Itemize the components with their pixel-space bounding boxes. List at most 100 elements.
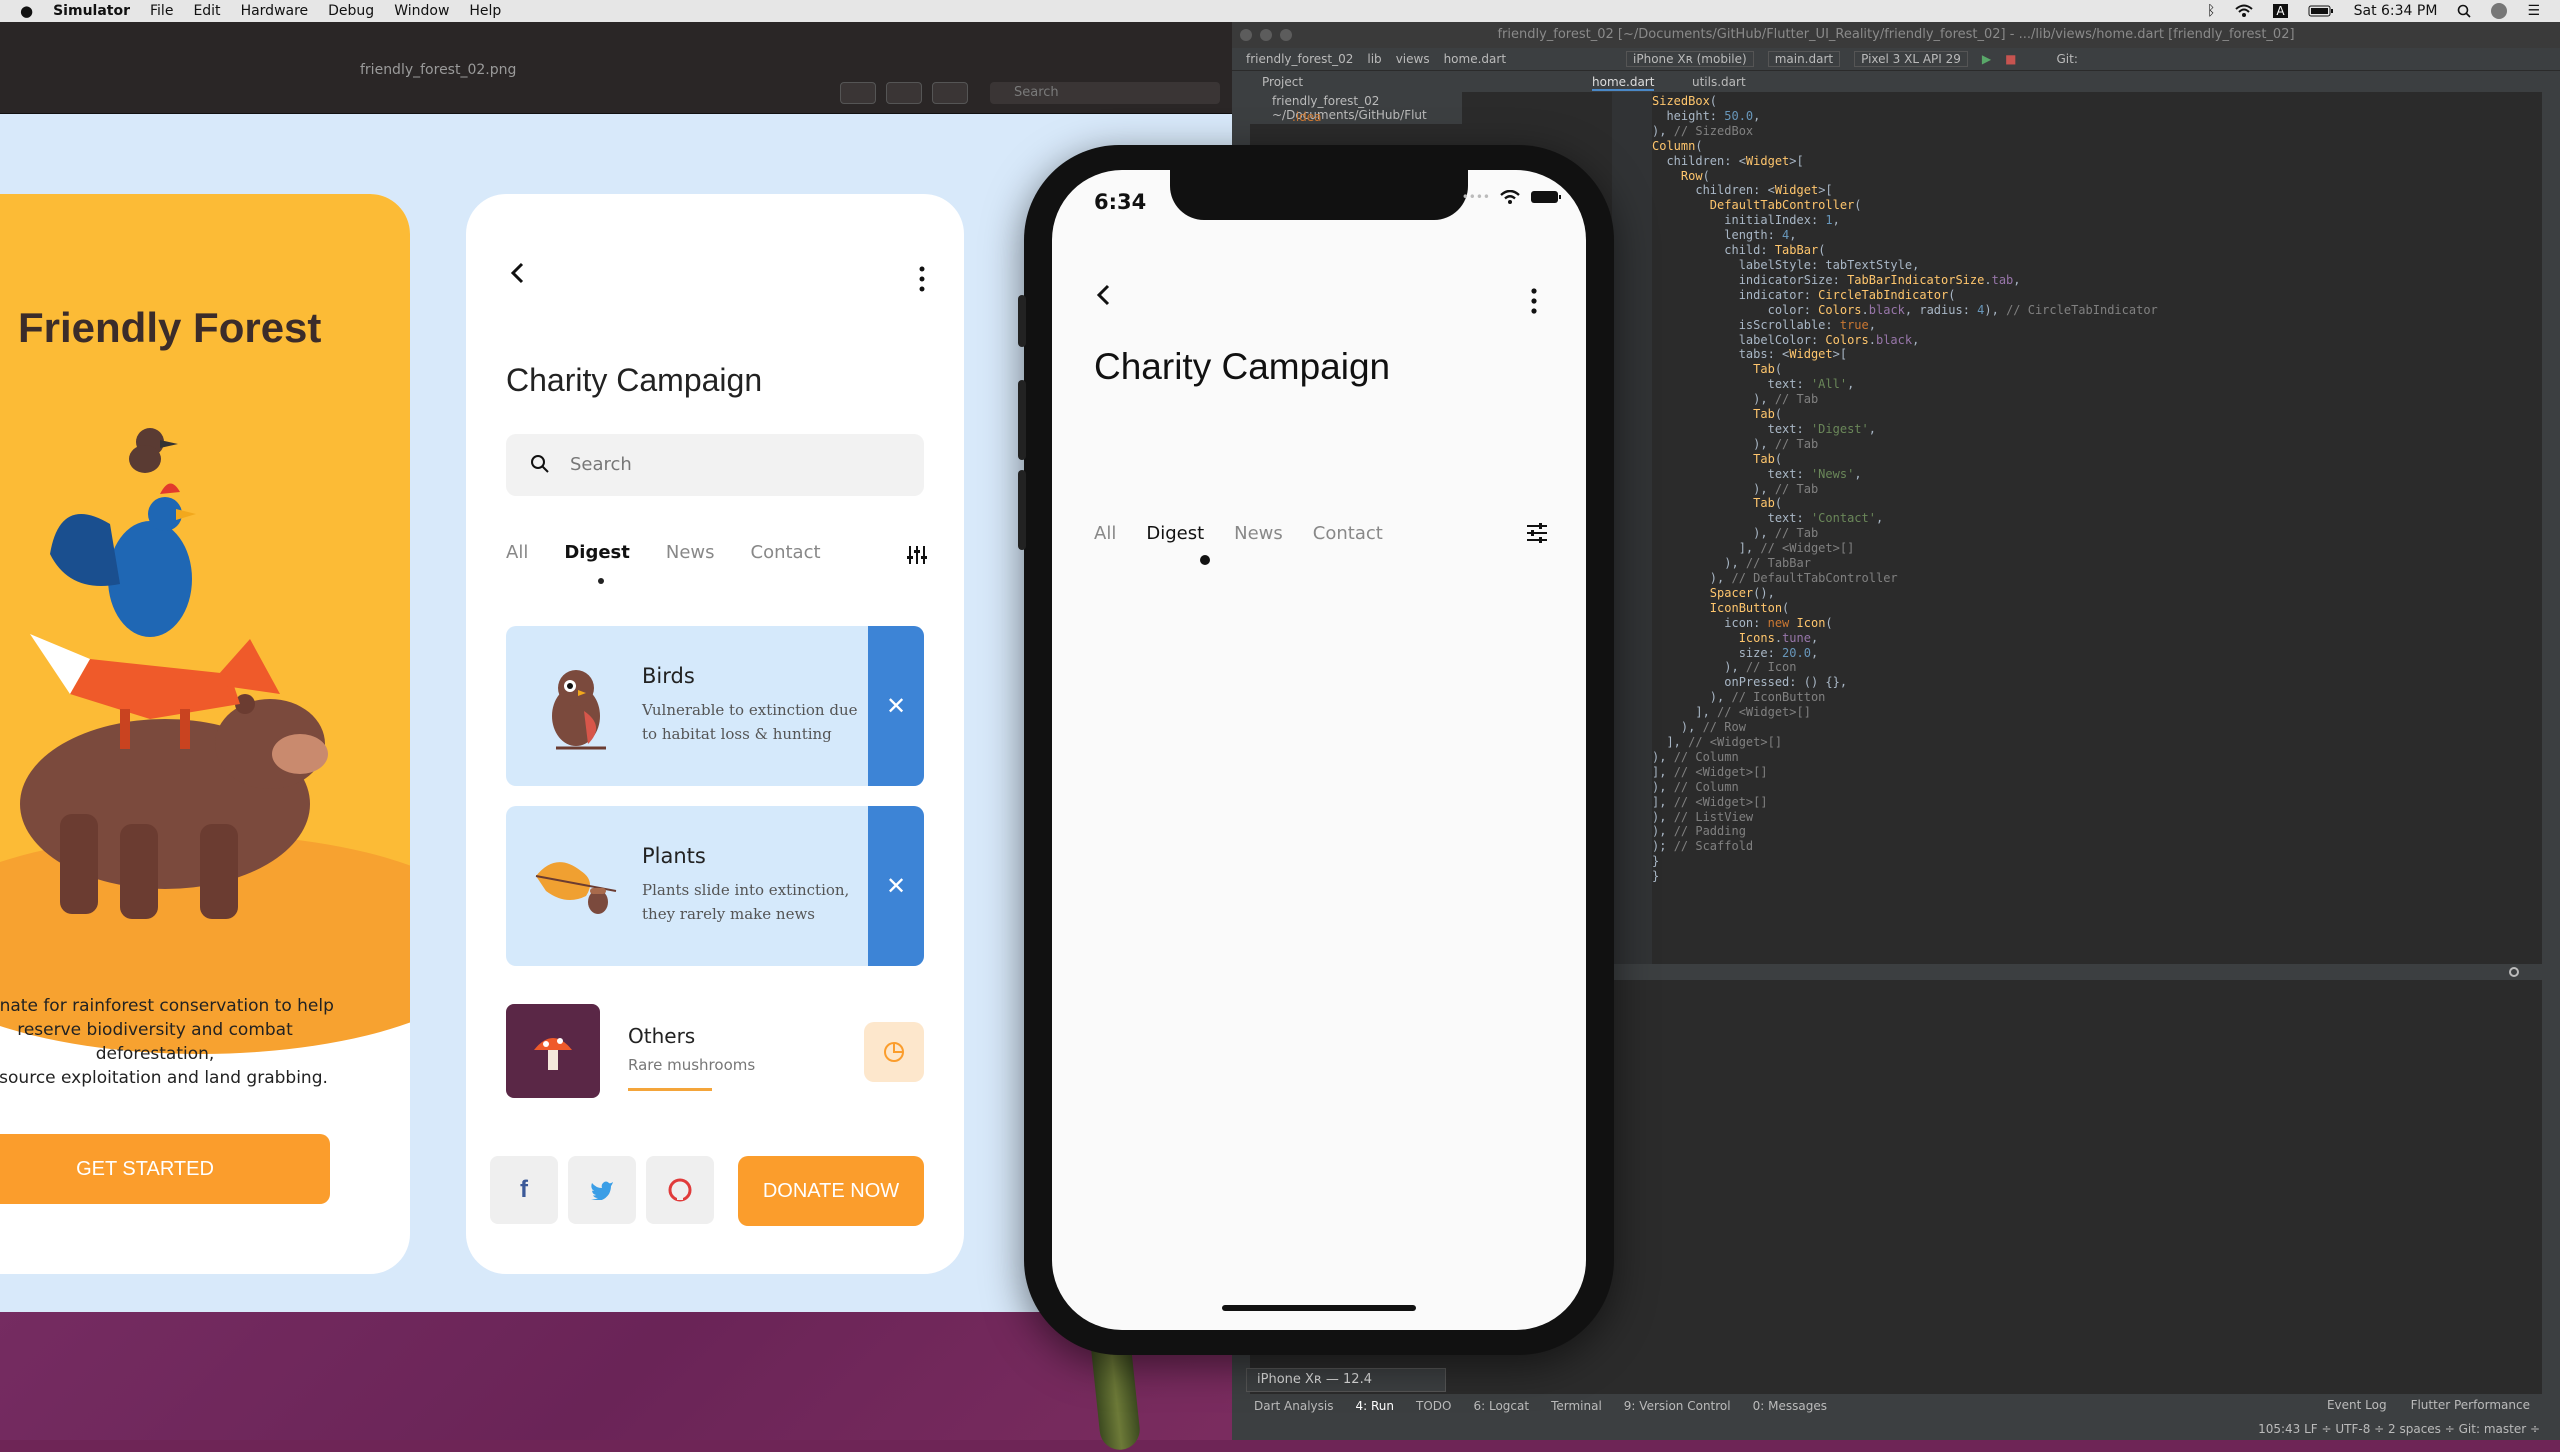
tune-filter-icon[interactable] — [1526, 522, 1548, 544]
bluetooth-icon[interactable]: ᛒ — [2207, 3, 2215, 19]
breadcrumb-project[interactable]: friendly_forest_02 — [1246, 52, 1353, 66]
tab-news[interactable]: News — [1234, 523, 1283, 544]
tab-version-control[interactable]: 9: Version Control — [1624, 1399, 1731, 1413]
pie-chart-button[interactable] — [864, 1022, 924, 1082]
editor-tab-home[interactable]: home.dart — [1592, 75, 1655, 91]
minimize-window-button[interactable] — [1260, 29, 1272, 41]
phone-notch — [1170, 170, 1468, 220]
preview-search-input[interactable]: Search — [990, 82, 1220, 104]
list-item-birds[interactable]: Birds Vulnerable to extinction due to ha… — [506, 626, 924, 786]
tab-logcat[interactable]: 6: Logcat — [1473, 1399, 1529, 1413]
apple-menu-icon[interactable]: ● — [20, 2, 33, 20]
more-vertical-icon[interactable] — [1530, 288, 1538, 314]
device-selector[interactable]: iPhone Xʀ (mobile) — [1626, 51, 1754, 67]
menu-debug[interactable]: Debug — [328, 3, 374, 19]
donate-now-button[interactable]: DONATE NOW — [738, 1156, 924, 1226]
tab-indicator-dot — [598, 578, 604, 584]
battery-icon[interactable] — [2308, 5, 2334, 17]
tab-contact[interactable]: Contact — [1313, 523, 1383, 544]
volume-down-button[interactable] — [1018, 470, 1026, 550]
menu-clock[interactable]: Sat 6:34 PM — [2354, 3, 2438, 19]
twitter-button[interactable] — [568, 1156, 636, 1224]
owl-illustration — [552, 670, 606, 750]
editor-tabs: Project home.dart utils.dart — [1232, 70, 2560, 92]
pie-chart-icon — [884, 1042, 904, 1062]
preview-toolbar: friendly_forest_02.png Search — [0, 22, 1232, 114]
code-editor[interactable]: SizedBox( height: 50.0, ), // SizedBox C… — [1652, 94, 2532, 974]
dismiss-button[interactable]: ✕ — [868, 626, 924, 786]
dismiss-button[interactable]: ✕ — [868, 806, 924, 966]
tab-all[interactable]: All — [506, 542, 528, 572]
rotate-button[interactable] — [932, 82, 968, 104]
wifi-icon[interactable] — [2235, 4, 2254, 18]
phone-screen: 6:34 •••• Charity Campaign All Digest Ne… — [1052, 170, 1586, 1330]
tune-filter-icon[interactable] — [906, 544, 928, 566]
twitter-icon — [591, 1181, 613, 1200]
breadcrumb-file[interactable]: home.dart — [1444, 52, 1506, 66]
run-console[interactable] — [1612, 1014, 2542, 1364]
tab-contact[interactable]: Contact — [751, 542, 821, 572]
item-title: Birds — [642, 664, 695, 688]
page-title: Charity Campaign — [506, 362, 763, 398]
spotlight-search-icon[interactable] — [2457, 4, 2472, 18]
git-label: Git: — [2056, 52, 2078, 66]
back-arrow-icon[interactable] — [506, 260, 532, 286]
home-indicator[interactable] — [1222, 1305, 1416, 1311]
menu-app-name[interactable]: Simulator — [53, 3, 130, 19]
zoom-window-button[interactable] — [1280, 29, 1292, 41]
battery-icon — [1531, 191, 1561, 203]
close-window-button[interactable] — [1240, 29, 1252, 41]
menu-help[interactable]: Help — [469, 3, 501, 19]
project-idea-node[interactable]: .idea — [1292, 110, 1322, 124]
user-avatar-icon[interactable] — [2491, 3, 2508, 19]
tab-news[interactable]: News — [666, 542, 715, 572]
tab-digest[interactable]: Digest — [564, 542, 630, 572]
tab-all[interactable]: All — [1094, 523, 1116, 544]
animal-tower-illustration — [20, 428, 328, 919]
search-input[interactable]: Search — [506, 434, 924, 496]
flutter-performance-tab[interactable]: Flutter Performance — [2411, 1398, 2530, 1412]
menu-edit[interactable]: Edit — [193, 3, 220, 19]
volume-up-button[interactable] — [1018, 380, 1026, 460]
run-icon[interactable]: ▶ — [1982, 52, 1991, 66]
event-log-tab[interactable]: Event Log — [2327, 1398, 2387, 1412]
facebook-icon: f — [520, 1176, 528, 1203]
close-icon: ✕ — [885, 872, 907, 900]
facebook-button[interactable]: f — [490, 1156, 558, 1224]
tab-digest[interactable]: Digest — [1146, 523, 1204, 544]
project-panel-label[interactable]: Project — [1262, 75, 1303, 89]
run-config-selector[interactable]: main.dart — [1767, 51, 1841, 67]
list-item-plants[interactable]: Plants Plants slide into extinction, the… — [506, 806, 924, 966]
breadcrumb-views[interactable]: views — [1396, 52, 1430, 66]
item-subtitle: Plants slide into extinction, they rarel… — [642, 881, 850, 923]
more-vertical-icon[interactable] — [918, 266, 926, 292]
input-source-icon[interactable]: A — [2273, 4, 2288, 18]
tab-messages[interactable]: 0: Messages — [1753, 1399, 1827, 1413]
breadcrumb-lib[interactable]: lib — [1367, 52, 1381, 66]
page-title: Charity Campaign — [1094, 346, 1391, 387]
stop-icon[interactable]: ■ — [2005, 52, 2016, 66]
tab-todo[interactable]: TODO — [1416, 1399, 1451, 1413]
emulator-selector[interactable]: Pixel 3 XL API 29 — [1854, 51, 1968, 67]
editor-tab-utils[interactable]: utils.dart — [1692, 75, 1746, 89]
tab-dart-analysis[interactable]: Dart Analysis — [1254, 1399, 1334, 1413]
item-subtitle: Vulnerable to extinction due to habitat … — [642, 701, 858, 743]
menu-file[interactable]: File — [150, 3, 173, 19]
mute-switch[interactable] — [1018, 295, 1026, 347]
share-button[interactable] — [886, 82, 922, 104]
tab-run[interactable]: 4: Run — [1356, 1399, 1395, 1413]
status-info[interactable]: 105:43 LF ÷ UTF-8 ÷ 2 spaces ÷ Git: mast… — [2258, 1422, 2540, 1436]
list-item-others[interactable]: Others Rare mushrooms — [506, 1004, 924, 1104]
notification-center-icon[interactable]: ☰ — [2527, 3, 2540, 19]
menu-window[interactable]: Window — [394, 3, 449, 19]
window-controls — [1240, 29, 1292, 41]
github-button[interactable] — [646, 1156, 714, 1224]
settings-gear-icon[interactable] — [2508, 966, 2520, 978]
right-tool-tabs: Event Log Flutter Performance — [2327, 1398, 2530, 1412]
markup-tool-button[interactable] — [840, 82, 876, 104]
item-subtitle: Rare mushrooms — [628, 1056, 756, 1074]
tab-terminal[interactable]: Terminal — [1551, 1399, 1602, 1413]
back-arrow-icon[interactable] — [1092, 282, 1118, 308]
get-started-button[interactable]: GET STARTED — [0, 1134, 330, 1204]
menu-hardware[interactable]: Hardware — [241, 3, 309, 19]
